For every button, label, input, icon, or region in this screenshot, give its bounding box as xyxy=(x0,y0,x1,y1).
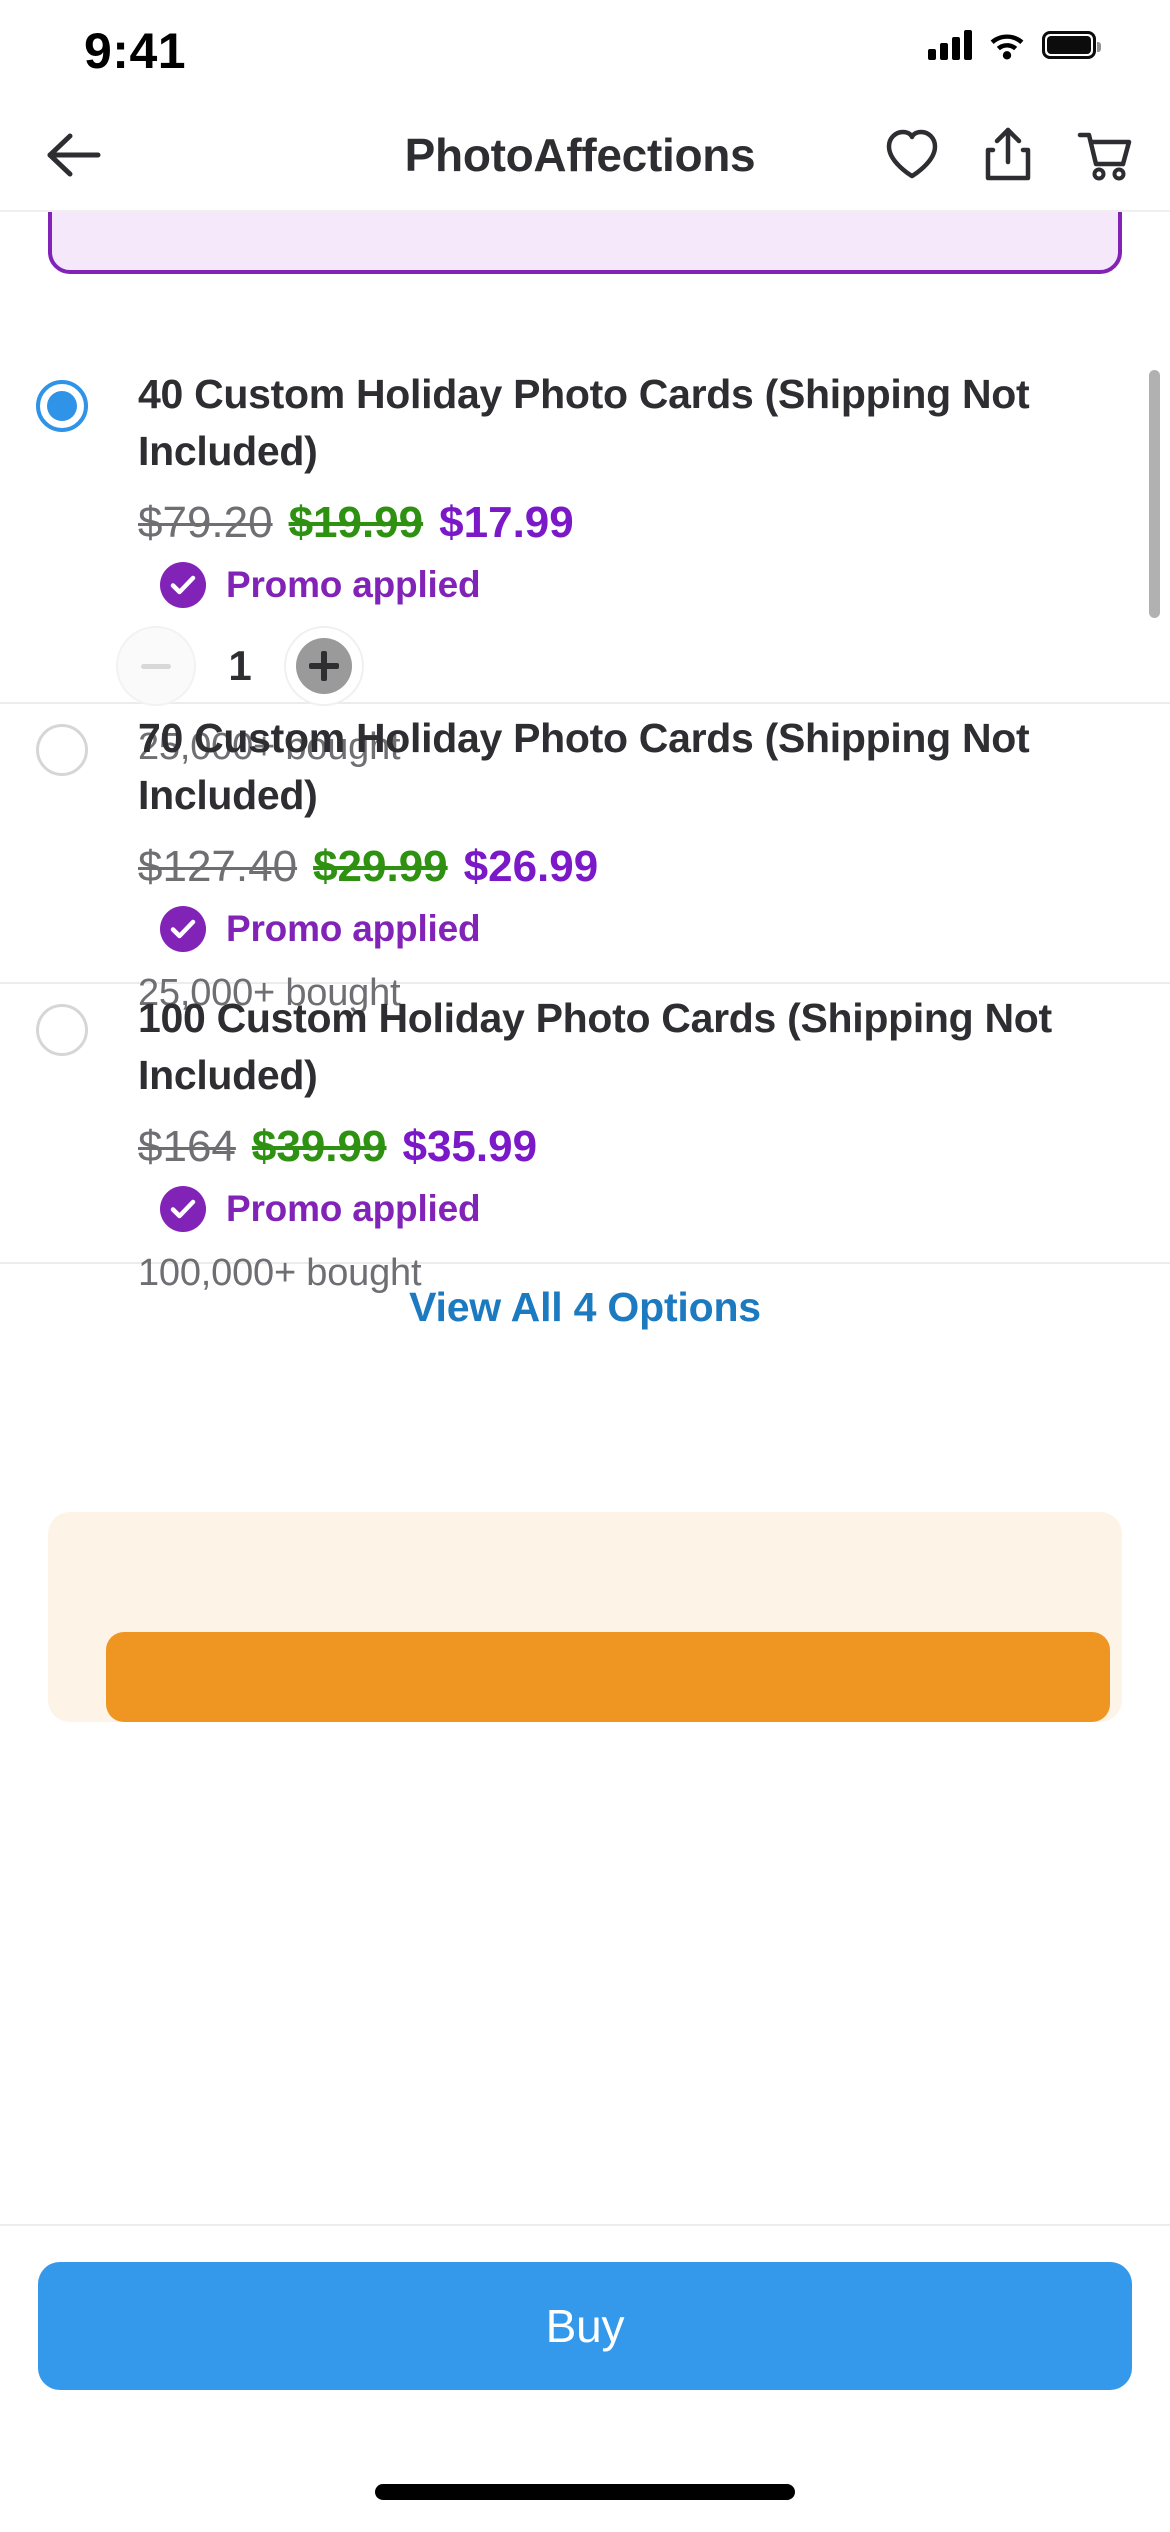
price-row: $164 $39.99 $35.99 xyxy=(138,1122,1144,1172)
price-final: $17.99 xyxy=(439,498,574,547)
home-indicator xyxy=(375,2484,795,2500)
option-title: 70 Custom Holiday Photo Cards (Shipping … xyxy=(138,715,1030,818)
wifi-icon xyxy=(990,34,1024,60)
promo-label: Promo applied xyxy=(226,908,481,949)
promo-applied-row: Promo applied xyxy=(160,1186,1144,1232)
promo-label: Promo applied xyxy=(226,564,481,605)
price-row: $127.40 $29.99 $26.99 xyxy=(138,842,1144,892)
plus-icon[interactable] xyxy=(284,626,364,706)
quantity-value: 1 xyxy=(228,642,252,689)
phone-screen: 9:41 PhotoAffections 40 Custom Holiday P… xyxy=(0,0,1170,2532)
option-body: 100 Custom Holiday Photo Cards (Shipping… xyxy=(138,984,1144,1295)
option-radio[interactable] xyxy=(36,724,88,776)
promo-applied-row: Promo applied xyxy=(160,906,1144,952)
quantity-stepper: 1 xyxy=(116,626,1144,706)
price-sale: $39.99 xyxy=(251,1122,387,1171)
promo-banner-card[interactable] xyxy=(48,212,1122,274)
share-icon[interactable] xyxy=(980,124,1036,184)
check-circle-icon xyxy=(160,1186,206,1232)
signal-bars-icon xyxy=(928,30,972,60)
promo-label: Promo applied xyxy=(226,1188,481,1229)
status-bar: 9:41 xyxy=(0,0,1170,100)
price-sale: $19.99 xyxy=(288,498,424,547)
bottom-action-bar: Buy xyxy=(0,2224,1170,2532)
price-original: $127.40 xyxy=(138,842,298,891)
nav-actions xyxy=(884,124,1132,184)
option-title: 100 Custom Holiday Photo Cards (Shipping… xyxy=(138,995,1052,1098)
price-sale: $29.99 xyxy=(313,842,448,891)
option-row[interactable]: 100 Custom Holiday Photo Cards (Shipping… xyxy=(0,984,1170,1294)
option-row[interactable]: 40 Custom Holiday Photo Cards (Shipping … xyxy=(0,360,1170,768)
promo-applied-row: Promo applied xyxy=(160,562,1144,608)
buy-button[interactable]: Buy xyxy=(38,2262,1132,2390)
status-indicators xyxy=(928,30,1101,60)
price-original: $79.20 xyxy=(138,498,273,547)
heart-icon[interactable] xyxy=(884,124,940,184)
minus-icon[interactable] xyxy=(116,626,196,706)
price-original: $164 xyxy=(138,1122,236,1171)
battery-full-icon xyxy=(1042,31,1101,59)
price-final: $35.99 xyxy=(402,1122,538,1171)
nav-bar: PhotoAffections xyxy=(0,100,1170,212)
option-radio[interactable] xyxy=(36,380,88,432)
price-final: $26.99 xyxy=(463,842,599,891)
option-radio[interactable] xyxy=(36,1004,88,1056)
option-body: 70 Custom Holiday Photo Cards (Shipping … xyxy=(138,704,1144,1015)
vertical-scrollbar[interactable] xyxy=(1149,370,1160,618)
view-all-options-link[interactable]: View All 4 Options xyxy=(0,1284,1170,1331)
options-scroll-area[interactable]: 40 Custom Holiday Photo Cards (Shipping … xyxy=(0,212,1170,2224)
promo-callout-button[interactable] xyxy=(106,1632,1110,1722)
option-row[interactable]: 70 Custom Holiday Photo Cards (Shipping … xyxy=(0,704,1170,1014)
status-time: 9:41 xyxy=(84,23,187,79)
check-circle-icon xyxy=(160,906,206,952)
check-circle-icon xyxy=(160,562,206,608)
option-title: 40 Custom Holiday Photo Cards (Shipping … xyxy=(138,371,1030,474)
shopping-cart-icon[interactable] xyxy=(1076,124,1132,184)
price-row: $79.20 $19.99 $17.99 xyxy=(138,498,1144,548)
